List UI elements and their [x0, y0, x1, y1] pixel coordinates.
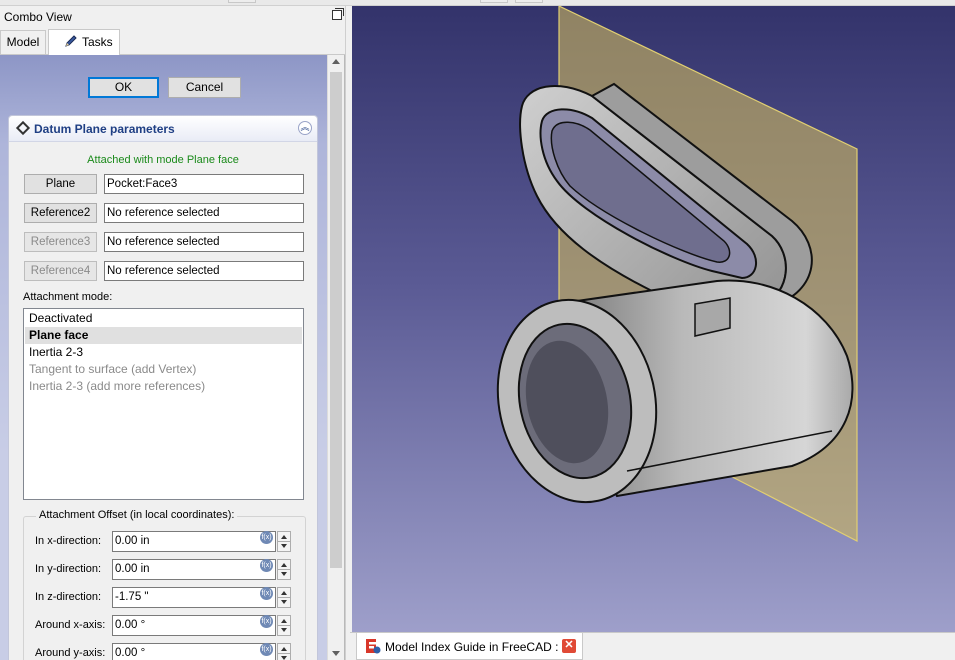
expression-icon[interactable]: f(x): [260, 559, 273, 572]
combo-view-title: Combo View: [4, 10, 72, 24]
offset-y-spinner[interactable]: [277, 559, 291, 580]
offset-x-input[interactable]: 0.00 in: [112, 531, 276, 552]
float-window-icon[interactable]: [332, 8, 344, 20]
rotation-x-input[interactable]: 0.00 °: [112, 615, 276, 636]
toolbar-remnant: [480, 0, 508, 3]
reference2-field[interactable]: No reference selected: [104, 203, 304, 223]
list-item[interactable]: Deactivated: [25, 310, 302, 327]
document-tabbar: Model Index Guide in FreeCAD : 1* ✕: [350, 632, 955, 660]
task-panel: OK Cancel Datum Plane parameters ︽ Attac…: [0, 55, 345, 660]
offset-x-row: In x-direction: 0.00 in f(x): [24, 529, 307, 553]
attachment-status: Attached with mode Plane face: [87, 154, 239, 166]
rotation-x-spinner[interactable]: [277, 615, 291, 636]
expression-icon[interactable]: f(x): [260, 643, 273, 656]
document-tab[interactable]: Model Index Guide in FreeCAD : 1* ✕: [356, 633, 583, 660]
attachment-mode-label: Attachment mode:: [23, 291, 113, 303]
close-icon[interactable]: ✕: [562, 639, 576, 653]
attachment-offset-group: Attachment Offset (in local coordinates)…: [23, 509, 307, 660]
offset-x-label: In x-direction:: [35, 535, 102, 547]
reference3-field[interactable]: No reference selected: [104, 232, 304, 252]
offset-y-row: In y-direction: 0.00 in f(x): [24, 557, 307, 581]
reference4-field[interactable]: No reference selected: [104, 261, 304, 281]
tab-tasks-label: Tasks: [82, 35, 113, 49]
rotation-x-row: Around x-axis: 0.00 ° f(x): [24, 613, 307, 637]
combo-tabs: Model Tasks: [0, 28, 350, 55]
toolbar-remnant: [515, 0, 543, 3]
list-item-disabled: Tangent to surface (add Vertex): [29, 362, 197, 376]
datum-plane-parameters-box: Datum Plane parameters ︽ Attached with m…: [8, 115, 318, 660]
freecad-icon: [366, 639, 381, 654]
expression-icon[interactable]: f(x): [260, 531, 273, 544]
reference4-button: Reference4: [24, 261, 97, 281]
collapse-icon[interactable]: ︽: [298, 121, 312, 135]
offset-z-input[interactable]: -1.75 ": [112, 587, 276, 608]
combo-view: Combo View Model Tasks OK Cancel Datum P…: [0, 6, 350, 660]
list-item-disabled: Inertia 2-3 (add more references): [29, 379, 206, 393]
cancel-button[interactable]: Cancel: [168, 77, 241, 98]
scroll-down-arrow-icon[interactable]: [332, 651, 340, 656]
attachment-mode-list[interactable]: Deactivated Plane face Inertia 2-3 Tange…: [23, 308, 304, 500]
datum-plane-icon: [15, 120, 31, 136]
reference3-button: Reference3: [24, 232, 97, 252]
offset-z-row: In z-direction: -1.75 " f(x): [24, 585, 307, 609]
toolbar-remnant: [228, 0, 256, 3]
rotation-y-input[interactable]: 0.00 °: [112, 643, 276, 660]
plane-reference-field[interactable]: Pocket:Face3: [104, 174, 304, 194]
offset-z-spinner[interactable]: [277, 587, 291, 608]
scrollbar-thumb[interactable]: [330, 72, 342, 568]
document-tab-label: Model Index Guide in FreeCAD : 1*: [385, 640, 574, 654]
offset-x-spinner[interactable]: [277, 531, 291, 552]
rotation-y-row: Around y-axis: 0.00 ° f(x): [24, 641, 307, 660]
list-item-selected[interactable]: Plane face: [25, 327, 302, 344]
combo-view-titlebar: Combo View: [0, 6, 350, 28]
datum-plane-title: Datum Plane parameters: [34, 122, 175, 136]
list-item[interactable]: Inertia 2-3: [25, 344, 302, 361]
tab-tasks[interactable]: Tasks: [48, 29, 120, 55]
reference2-button[interactable]: Reference2: [24, 203, 97, 223]
plane-reference-button[interactable]: Plane: [24, 174, 97, 194]
ok-button[interactable]: OK: [88, 77, 159, 98]
3d-viewport[interactable]: [352, 6, 955, 632]
attachment-offset-legend: Attachment Offset (in local coordinates)…: [36, 509, 238, 521]
rotation-x-label: Around x-axis:: [35, 619, 106, 631]
tab-model[interactable]: Model: [0, 30, 46, 54]
datum-plane-header[interactable]: Datum Plane parameters ︽: [9, 116, 317, 142]
splitter[interactable]: [345, 6, 352, 660]
offset-y-input[interactable]: 0.00 in: [112, 559, 276, 580]
expression-icon[interactable]: f(x): [260, 615, 273, 628]
expression-icon[interactable]: f(x): [260, 587, 273, 600]
task-panel-scrollbar[interactable]: [327, 55, 344, 660]
offset-y-label: In y-direction:: [35, 563, 102, 575]
3d-scene[interactable]: [352, 6, 955, 632]
offset-z-label: In z-direction:: [35, 591, 102, 603]
rotation-y-spinner[interactable]: [277, 643, 291, 660]
scroll-up-arrow-icon[interactable]: [332, 59, 340, 64]
pencil-icon: [65, 35, 77, 47]
rotation-y-label: Around y-axis:: [35, 647, 106, 659]
